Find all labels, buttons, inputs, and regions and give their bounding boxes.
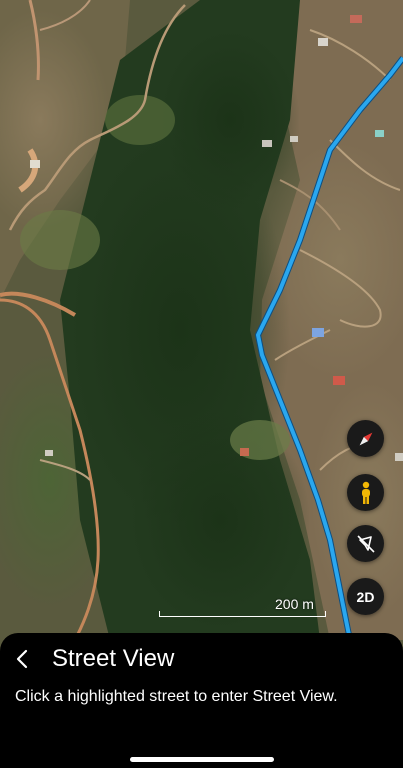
layers-off-icon: [356, 534, 375, 553]
home-indicator[interactable]: [130, 757, 274, 762]
compass-button[interactable]: [347, 420, 384, 457]
sheet-title: Street View: [52, 645, 175, 672]
sheet-description: Click a highlighted street to enter Stre…: [15, 688, 338, 705]
back-button[interactable]: [10, 645, 34, 673]
view-mode-label: 2D: [356, 588, 375, 605]
pegman-icon: [361, 481, 370, 504]
chevron-left-icon: [16, 649, 28, 669]
pegman-button[interactable]: [347, 474, 384, 511]
layers-off-button[interactable]: [347, 525, 384, 562]
compass-icon: [359, 432, 372, 445]
view-mode-2d-button[interactable]: 2D: [347, 578, 384, 615]
street-view-sheet: Street View Click a highlighted street t…: [0, 633, 403, 768]
scale-bar: [159, 611, 326, 617]
scale-label: 200 m: [275, 596, 314, 612]
